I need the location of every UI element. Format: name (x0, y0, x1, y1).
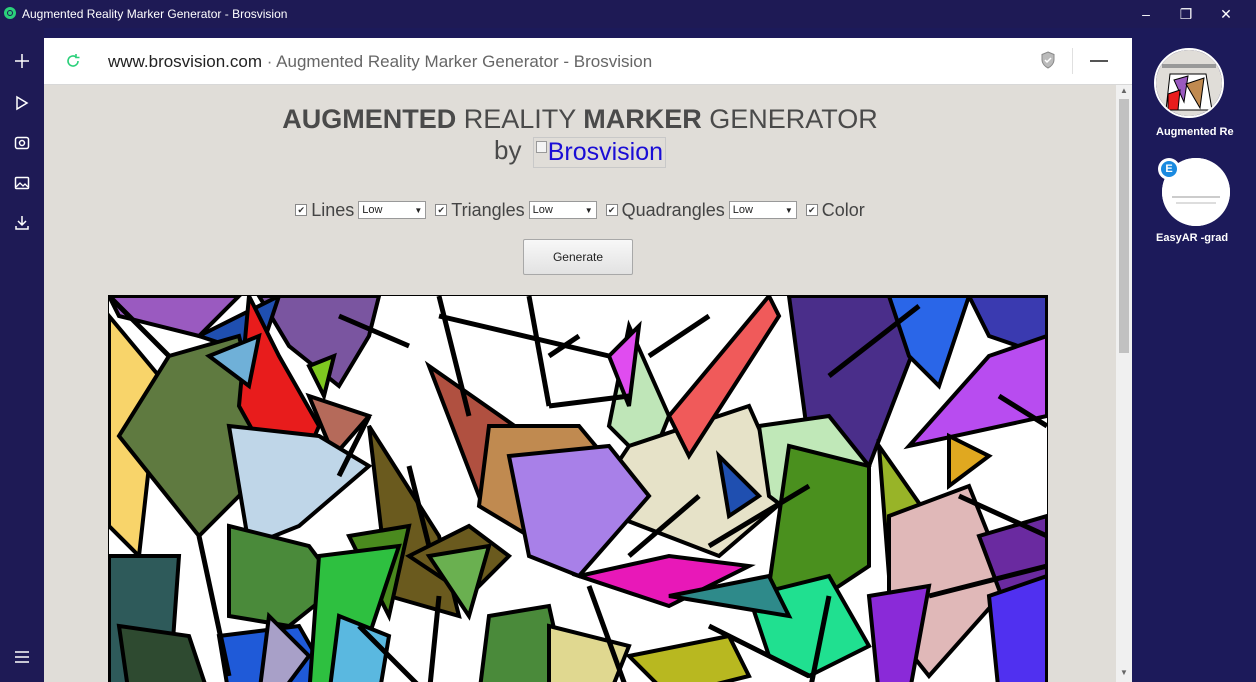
plus-icon (15, 54, 29, 68)
page-content: AUGMENTED REALITY MARKER GENERATOR by Br… (44, 85, 1116, 682)
play-button[interactable] (0, 88, 44, 118)
gallery-button[interactable] (0, 168, 44, 198)
lines-select[interactable]: Low ▼ (358, 201, 427, 219)
chevron-down-icon: ▼ (784, 205, 793, 215)
page-title: AUGMENTED REALITY MARKER GENERATOR (44, 103, 1116, 135)
options-row: ✔ Lines Low ▼ ✔ Triangles Low ▼ ✔ Quadrang… (44, 197, 1116, 221)
quadrangles-checkbox[interactable]: ✔ (605, 204, 618, 216)
easyar-logo-icon: E (1161, 161, 1177, 177)
address-bar[interactable]: www.brosvision.com · Augmented Reality M… (44, 38, 1132, 85)
byline: by Brosvision (44, 135, 1116, 168)
option-lines: ✔ Lines Low ▼ (295, 199, 427, 221)
chevron-down-icon: ▼ (414, 205, 423, 215)
generate-button[interactable]: Generate (523, 239, 633, 275)
url-page-title: Augmented Reality Marker Generator - Bro… (276, 52, 653, 71)
scroll-thumb[interactable] (1119, 99, 1129, 353)
quadrangles-label: Quadrangles (621, 199, 725, 220)
triangles-select-value: Low (532, 204, 553, 216)
option-quadrangles: ✔ Quadrangles Low ▼ (605, 199, 797, 221)
option-triangles: ✔ Triangles Low ▼ (435, 199, 597, 221)
heading-augmented: AUGMENTED (282, 104, 457, 134)
app-logo-icon (4, 7, 16, 19)
download-button[interactable] (0, 208, 44, 238)
new-tab-button[interactable] (0, 46, 44, 76)
url-display[interactable]: www.brosvision.com · Augmented Reality M… (108, 52, 652, 72)
marker-artwork (109, 296, 1047, 682)
heading-reality: REALITY (456, 104, 584, 134)
lines-checkbox[interactable]: ✔ (295, 204, 308, 216)
by-text: by (493, 135, 522, 165)
generated-marker-image (108, 295, 1048, 682)
image-icon (14, 176, 30, 190)
tab-label-augmented[interactable]: Augmented Re (1156, 126, 1242, 138)
triangles-checkbox[interactable]: ✔ (435, 204, 448, 216)
triangles-label: Triangles (451, 199, 525, 220)
menu-button[interactable] (0, 642, 44, 672)
left-sidebar (0, 28, 44, 682)
minimize-button[interactable]: – (1128, 4, 1164, 24)
download-icon (15, 216, 29, 230)
quadrangles-select[interactable]: Low ▼ (728, 201, 797, 219)
vertical-scrollbar[interactable]: ▲ ▼ (1116, 85, 1132, 682)
logo-alt-text: Brosvision (547, 137, 664, 166)
close-button[interactable]: ✕ (1208, 4, 1244, 24)
tab-thumbnail[interactable] (1154, 48, 1224, 118)
lines-select-value: Low (362, 204, 383, 216)
menu-icon (15, 651, 29, 663)
divider (1072, 48, 1073, 74)
loading-icon[interactable] (64, 52, 82, 70)
url-domain: www.brosvision.com (108, 52, 262, 71)
tab-thumbnail-preview (1156, 50, 1222, 116)
lines-label: Lines (311, 199, 355, 220)
color-label: Color (821, 199, 865, 220)
restore-button[interactable]: ❐ (1168, 4, 1204, 24)
camera-icon (14, 136, 30, 150)
tab-label-easyar[interactable]: EasyAR -grad (1156, 232, 1242, 244)
collapse-button[interactable] (1090, 60, 1108, 62)
screenshot-button[interactable] (0, 128, 44, 158)
scroll-up-arrow-icon[interactable]: ▲ (1116, 85, 1132, 97)
heading-generator: GENERATOR (701, 104, 878, 134)
play-icon (16, 95, 29, 111)
broken-image-icon (535, 140, 547, 153)
heading-marker: MARKER (583, 104, 702, 134)
color-checkbox[interactable]: ✔ (805, 204, 818, 216)
shield-icon[interactable] (1040, 51, 1056, 69)
brosvision-logo-link[interactable]: Brosvision (532, 136, 667, 168)
browser-window: www.brosvision.com · Augmented Reality M… (44, 38, 1132, 682)
option-color: ✔ Color (805, 199, 865, 221)
title-bar: Augmented Reality Marker Generator - Bro… (0, 0, 1256, 28)
url-separator: · (262, 52, 277, 71)
triangles-select[interactable]: Low ▼ (528, 201, 597, 219)
quadrangles-select-value: Low (732, 204, 753, 216)
tab-panel: Augmented Re E EasyAR -grad (1138, 38, 1256, 682)
chevron-down-icon: ▼ (584, 205, 593, 215)
easyar-badge: E (1158, 158, 1180, 180)
window-title: Augmented Reality Marker Generator - Bro… (22, 7, 288, 21)
scroll-down-arrow-icon[interactable]: ▼ (1116, 667, 1132, 679)
